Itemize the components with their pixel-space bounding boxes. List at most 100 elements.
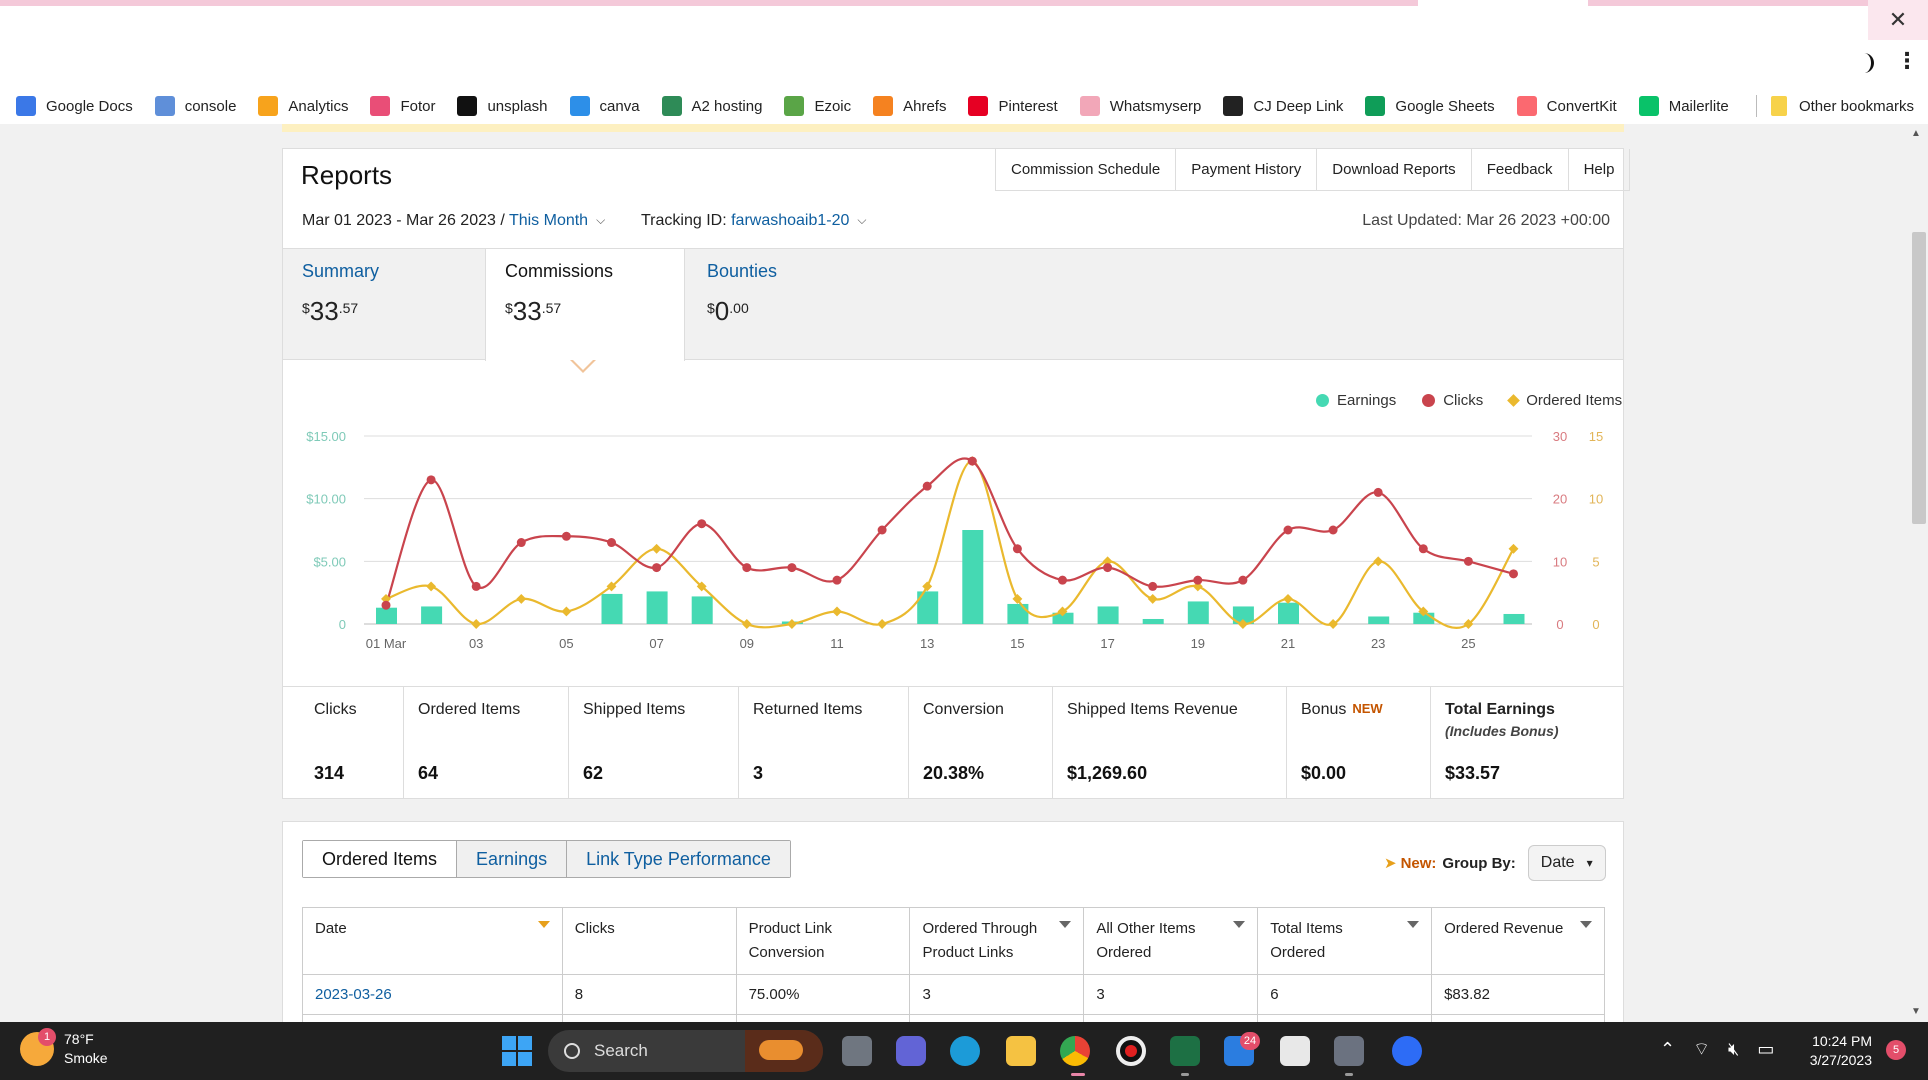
earnings-bar[interactable] <box>1187 601 1209 624</box>
ordered-items-point[interactable] <box>1283 593 1293 604</box>
column-header[interactable]: All Other Items Ordered <box>1083 907 1259 975</box>
clicks-point[interactable] <box>832 575 842 585</box>
tab-earnings[interactable]: Earnings <box>456 841 567 877</box>
ordered-items-point[interactable] <box>1373 556 1384 567</box>
column-header[interactable]: Product Link Conversion <box>735 907 911 975</box>
sort-arrow-icon[interactable] <box>1407 921 1420 928</box>
windows-start-icon[interactable] <box>502 1036 532 1066</box>
ordered-items-point[interactable] <box>561 606 572 617</box>
clicks-point[interactable] <box>697 519 707 529</box>
tab-link-type-performance[interactable]: Link Type Performance <box>566 841 790 877</box>
earnings-bar[interactable] <box>421 606 443 624</box>
sort-arrow-icon[interactable] <box>1059 921 1072 928</box>
ordered-items-point[interactable] <box>1147 593 1158 604</box>
chrome-icon[interactable] <box>1060 1036 1090 1066</box>
volume-muted-icon[interactable]: 🔇︎ <box>1728 1039 1739 1060</box>
earnings-bar[interactable] <box>601 593 623 624</box>
clicks-point[interactable] <box>1418 544 1428 554</box>
search-label: Search <box>594 1041 648 1060</box>
zoom-icon[interactable] <box>1392 1036 1422 1066</box>
ordered-items-point[interactable] <box>426 581 437 592</box>
group-by-select[interactable]: Date ▾ <box>1527 845 1606 881</box>
column-header-text: Clicks <box>574 920 615 937</box>
clicks-point[interactable] <box>1058 575 1067 585</box>
earnings-bar[interactable] <box>1503 613 1525 624</box>
clicks-point[interactable] <box>1509 569 1518 579</box>
earnings-bar[interactable] <box>1097 606 1119 624</box>
notification-badge[interactable]: 5 <box>1886 1040 1906 1060</box>
clicks-point[interactable] <box>967 456 977 466</box>
taskbar-search[interactable]: Search <box>548 1030 823 1072</box>
clicks-point[interactable] <box>1328 525 1338 535</box>
earnings-bar[interactable] <box>691 596 713 624</box>
battery-icon[interactable]: ▭ <box>1757 1039 1774 1060</box>
ordered-items-point[interactable] <box>651 543 662 554</box>
clock[interactable]: 10:24 PM 3/27/2023 <box>1802 1032 1872 1070</box>
date-link[interactable]: 2023-03-26 <box>315 986 392 1003</box>
wifi-icon[interactable]: ⌔ <box>1693 1038 1710 1061</box>
edge-icon[interactable] <box>950 1036 980 1066</box>
clicks-point[interactable] <box>922 481 932 491</box>
sort-arrow-icon[interactable] <box>537 921 550 928</box>
clicks-point[interactable] <box>426 475 436 485</box>
clicks-point[interactable] <box>1238 575 1248 585</box>
table-row: 2023-03-26 8 75.00% 3 3 6 $83.82 <box>302 974 1605 1015</box>
sort-arrow-icon[interactable] <box>1580 921 1592 928</box>
scroll-down-icon[interactable]: ▼ <box>1911 1006 1921 1017</box>
column-header[interactable]: Clicks <box>561 907 737 975</box>
ordered-items-point[interactable] <box>922 581 933 592</box>
file-explorer-icon[interactable] <box>1006 1036 1036 1066</box>
earnings-bar[interactable] <box>376 607 397 624</box>
ordered-items-point[interactable] <box>471 619 482 629</box>
clicks-point[interactable] <box>516 538 526 548</box>
calculator-icon[interactable] <box>1334 1036 1364 1066</box>
ordered-items-point[interactable] <box>1508 543 1519 554</box>
sort-arrow-icon[interactable] <box>1233 921 1246 928</box>
new-label: New: <box>1400 854 1437 872</box>
earnings-bar[interactable] <box>1007 603 1029 624</box>
tab-ordered-items[interactable]: Ordered Items <box>303 841 457 877</box>
table-cell[interactable]: 2023-03-26 <box>302 974 563 1015</box>
clicks-point[interactable] <box>742 563 752 573</box>
clicks-point[interactable] <box>652 563 662 573</box>
ordered-items-point[interactable] <box>877 619 888 629</box>
chevron-up-icon[interactable]: ⌃ <box>1660 1039 1675 1060</box>
column-header[interactable]: Total Items Ordered <box>1257 907 1433 975</box>
clicks-point[interactable] <box>561 531 571 541</box>
clicks-point[interactable] <box>1012 544 1022 554</box>
ordered-items-point[interactable] <box>786 619 797 629</box>
earnings-bar[interactable] <box>962 530 984 624</box>
column-header[interactable]: Ordered Through Product Links <box>909 907 1085 975</box>
stat-label: Bonus NEW <box>1301 701 1430 719</box>
ordered-items-point[interactable] <box>741 619 752 629</box>
clicks-point[interactable] <box>1283 525 1293 535</box>
clicks-point[interactable] <box>1373 487 1383 497</box>
clicks-point[interactable] <box>1463 556 1473 566</box>
weather-icon: 1 <box>20 1028 56 1066</box>
store-icon[interactable] <box>1280 1036 1310 1066</box>
clicks-point[interactable] <box>787 563 797 573</box>
earnings-bar[interactable] <box>1142 618 1164 624</box>
clicks-point[interactable] <box>381 600 391 610</box>
stat-label: Total Earnings <box>1445 701 1621 719</box>
clicks-point[interactable] <box>1148 581 1158 591</box>
stat-conversion: Conversion 20.38% <box>908 687 1052 798</box>
column-header[interactable]: Ordered Revenue <box>1431 907 1605 975</box>
earnings-bar[interactable] <box>1368 616 1390 624</box>
excel-icon[interactable] <box>1170 1036 1200 1066</box>
ordered-items-point[interactable] <box>516 593 527 604</box>
task-view-icon[interactable] <box>842 1036 872 1066</box>
clicks-point[interactable] <box>607 538 616 548</box>
earnings-bar[interactable] <box>1278 602 1299 624</box>
clicks-point[interactable] <box>1103 563 1113 573</box>
earnings-bar[interactable] <box>646 591 668 624</box>
clicks-point[interactable] <box>877 525 887 535</box>
ordered-items-point[interactable] <box>832 606 842 617</box>
clicks-point[interactable] <box>471 581 481 591</box>
teams-chat-icon[interactable] <box>896 1036 926 1066</box>
weather-widget[interactable]: 1 78°F Smoke <box>20 1028 108 1068</box>
stat-label-text: Shipped Items Revenue <box>1067 701 1238 718</box>
record-icon[interactable] <box>1116 1036 1146 1066</box>
clicks-point[interactable] <box>1193 575 1203 585</box>
column-header[interactable]: Date <box>302 907 563 975</box>
